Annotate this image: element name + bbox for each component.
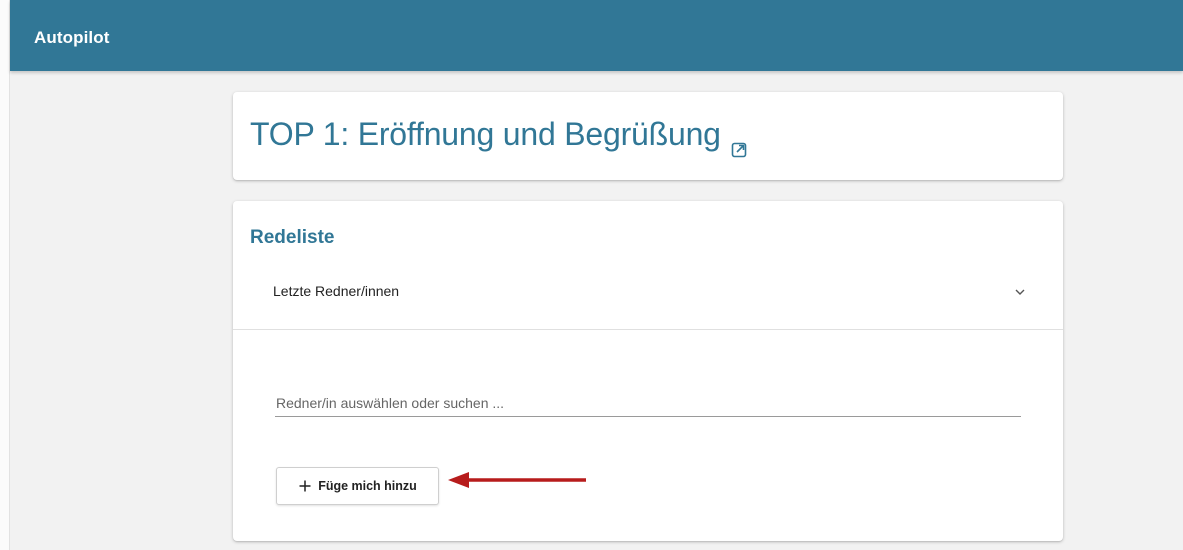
speakers-heading: Redeliste <box>250 227 335 248</box>
agenda-item-title: TOP 1: Eröffnung und Begrüßung <box>250 116 721 152</box>
last-speakers-expander[interactable]: Letzte Redner/innen <box>233 269 1063 329</box>
app-title: Autopilot <box>34 28 110 47</box>
agenda-title-card: TOP 1: Eröffnung und Begrüßung <box>233 92 1063 180</box>
chevron-down-icon[interactable] <box>1013 285 1027 299</box>
add-me-button[interactable]: Füge mich hinzu <box>276 467 439 505</box>
speaker-search-input[interactable] <box>275 389 1021 417</box>
last-speakers-label: Letzte Redner/innen <box>273 283 400 299</box>
top-bar: Autopilot <box>10 0 1183 71</box>
divider <box>233 329 1063 330</box>
left-edge <box>0 0 10 550</box>
app-frame: Autopilot TOP 1: Eröffnung und Begrüßung… <box>0 0 1183 550</box>
annotation-arrow-icon <box>448 472 586 488</box>
add-me-label: Füge mich hinzu <box>318 479 417 493</box>
external-link-icon[interactable] <box>731 129 748 158</box>
page-title: TOP 1: Eröffnung und Begrüßung <box>250 116 748 158</box>
speakers-list-card: Redeliste Letzte Redner/innen Füge mich … <box>233 201 1063 541</box>
plus-icon <box>298 479 312 493</box>
